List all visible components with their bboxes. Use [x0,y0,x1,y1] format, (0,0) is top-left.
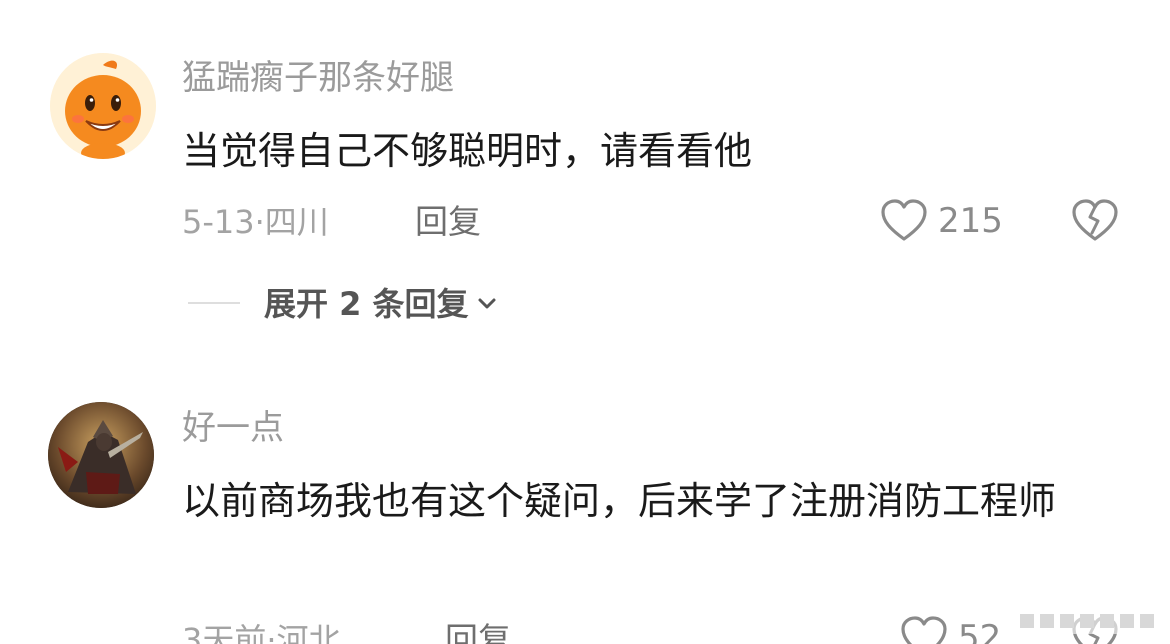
heart-icon [901,616,947,644]
comment-item: 好一点 以前商场我也有这个疑问，后来学了注册消防工程师 3天前·河北 回复 52 [0,340,1170,644]
meta-separator: · [266,621,277,644]
reply-button[interactable]: 回复 [415,202,481,242]
comment-meta: 5-13·四川 [182,202,329,242]
comment-username[interactable]: 猛踹瘸子那条好腿 [182,58,454,98]
comment-location: 四川 [264,203,329,241]
comment-location: 河北 [276,621,341,644]
comment-username[interactable]: 好一点 [182,408,284,448]
like-count: 215 [938,201,1003,241]
avatar[interactable] [50,53,156,159]
meta-separator: · [254,203,265,241]
like-button[interactable]: 215 [880,199,1003,243]
watermark-icon [1012,608,1162,634]
like-button[interactable]: 52 [900,616,1001,644]
orange-cartoon-avatar-icon [50,53,156,159]
comment-meta: 3天前·河北 [182,620,341,644]
comment-text: 当觉得自己不够聪明时，请看看他 [182,129,753,173]
avatar[interactable] [48,402,154,508]
comment-text: 以前商场我也有这个疑问，后来学了注册消防工程师 [182,479,1057,523]
expand-divider [188,302,240,304]
comment-date: 5-13 [182,203,255,241]
heart-icon [881,199,927,241]
dislike-button[interactable] [1072,199,1118,243]
comment-list: 猛踹瘸子那条好腿 当觉得自己不够聪明时，请看看他 5-13·四川 回复 215 … [0,0,1170,644]
reply-button[interactable]: 回复 [445,620,511,644]
game-character-avatar-icon [48,402,154,508]
expand-replies-label: 展开 2 条回复 [264,285,469,323]
chevron-down-icon [478,298,496,309]
comment-item: 猛踹瘸子那条好腿 当觉得自己不够聪明时，请看看他 5-13·四川 回复 215 … [0,0,1170,340]
expand-replies-button[interactable]: 展开 2 条回复 [264,284,499,324]
comment-date: 3天前 [182,621,267,644]
like-count: 52 [958,618,1002,644]
broken-heart-icon [1072,199,1118,241]
